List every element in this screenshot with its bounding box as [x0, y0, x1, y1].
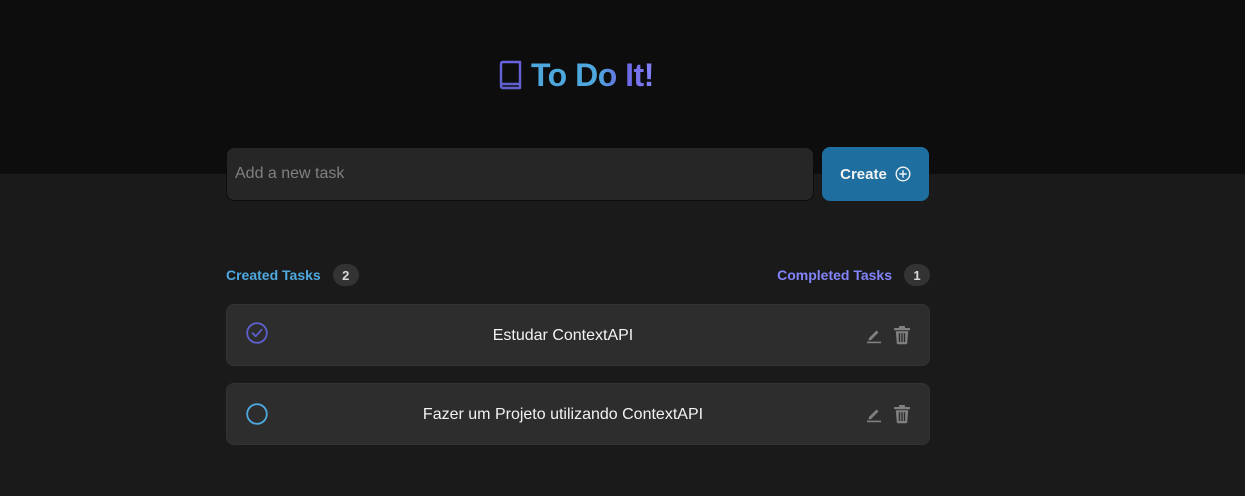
book-icon: [499, 60, 522, 90]
task-text: Fazer um Projeto utilizando ContextAPI: [422, 406, 704, 423]
page: To Do It! Create Created Tasks 2 Complet…: [0, 0, 1245, 496]
task-actions: [865, 404, 911, 424]
completed-tasks-badge: 1: [904, 264, 930, 286]
task-item: Estudar ContextAPI: [226, 304, 930, 366]
completed-tasks-label: Completed Tasks: [777, 267, 892, 283]
created-tasks-label: Created Tasks: [226, 267, 321, 283]
created-tasks-counter: Created Tasks 2: [226, 264, 359, 286]
app-title: To Do It!: [531, 56, 654, 93]
brand: To Do It!: [497, 57, 654, 93]
new-task-input[interactable]: [226, 147, 814, 201]
task-actions: [865, 325, 911, 345]
task-list: Estudar ContextAPI Fazer um Projeto util…: [226, 304, 930, 445]
task-text: Estudar ContextAPI: [492, 327, 634, 344]
trash-icon[interactable]: [893, 325, 911, 345]
task-counters: Created Tasks 2 Completed Tasks 1: [226, 264, 930, 286]
new-task-form: Create: [226, 147, 930, 201]
checked-circle-icon[interactable]: [245, 321, 269, 345]
plus-circle-icon: [895, 166, 911, 182]
unchecked-circle-icon[interactable]: [245, 402, 269, 426]
completed-tasks-counter: Completed Tasks 1: [777, 264, 930, 286]
create-button[interactable]: Create: [822, 147, 929, 201]
trash-icon[interactable]: [893, 404, 911, 424]
created-tasks-badge: 2: [332, 264, 359, 286]
create-button-label: Create: [840, 165, 887, 183]
pencil-icon[interactable]: [865, 326, 883, 344]
task-item: Fazer um Projeto utilizando ContextAPI: [226, 383, 930, 445]
pencil-icon[interactable]: [865, 405, 883, 423]
